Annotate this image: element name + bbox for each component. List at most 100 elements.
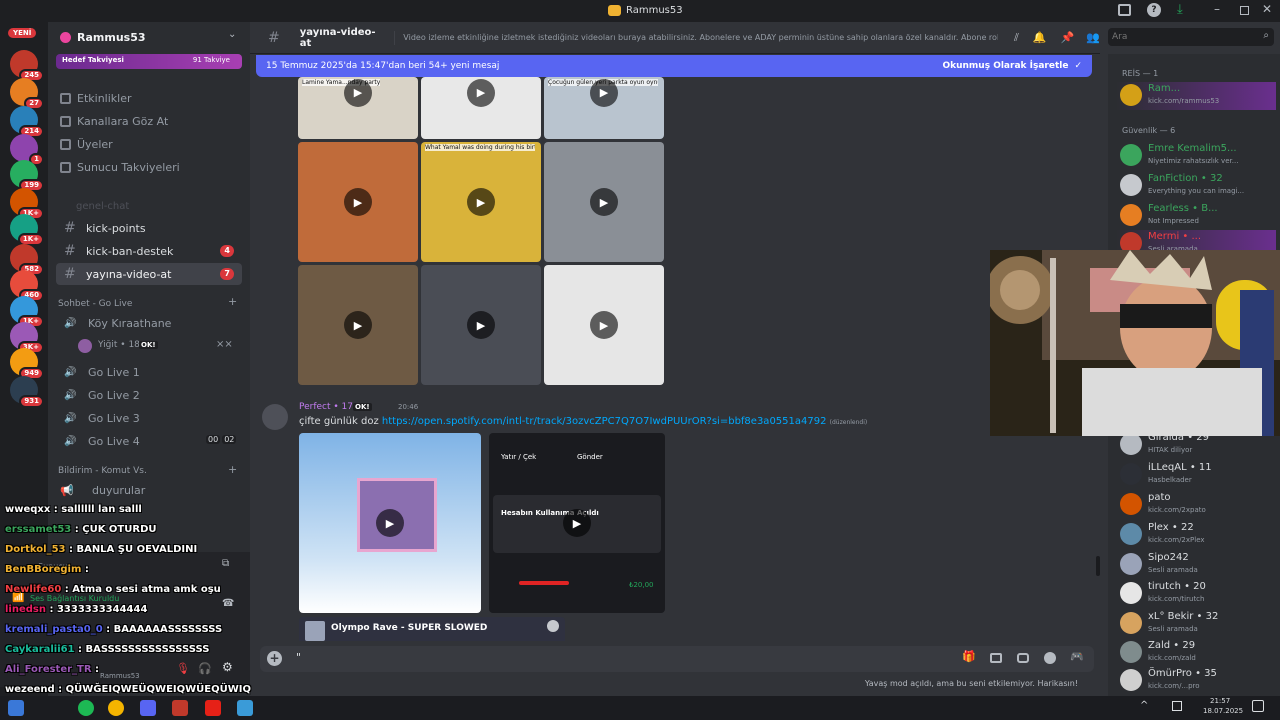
server-icon[interactable]: 460 bbox=[10, 270, 44, 302]
mute-icon[interactable]: 🎙 bbox=[176, 662, 190, 675]
video-thumbnail[interactable]: ▶ bbox=[544, 265, 664, 385]
play-icon[interactable]: ▶ bbox=[590, 311, 618, 339]
voice-channel[interactable]: 🔊 Go Live 4 bbox=[56, 431, 140, 451]
clock-time[interactable]: 21:57 bbox=[1210, 697, 1230, 705]
play-icon[interactable]: ▶ bbox=[344, 78, 372, 107]
add-channel-icon[interactable]: + bbox=[228, 463, 237, 476]
server-icon[interactable]: 199 bbox=[10, 160, 44, 192]
member-list-icon[interactable]: 👥 bbox=[1086, 31, 1100, 44]
voice-user[interactable]: Yiğit • 18 OK! ⨯⨯ bbox=[76, 338, 246, 354]
server-icon[interactable]: 1K+ bbox=[10, 188, 44, 220]
message-link[interactable]: https://open.spotify.com/intl-tr/track/3… bbox=[382, 416, 827, 427]
member-item[interactable]: ÖmürPro • 35 kick.com/...pro bbox=[1116, 667, 1276, 695]
play-icon[interactable]: ▶ bbox=[590, 188, 618, 216]
add-channel-icon[interactable]: + bbox=[228, 295, 237, 308]
boost-goal-bar[interactable]: Hedef Takviyesi 91 Takviye bbox=[56, 54, 242, 69]
video-thumbnail[interactable]: ▶ bbox=[421, 77, 541, 139]
pin-icon[interactable]: 📌 bbox=[1061, 31, 1075, 44]
start-icon[interactable] bbox=[8, 700, 24, 716]
mark-read-button[interactable]: Okunmuş Olarak İşaretle bbox=[942, 61, 1068, 71]
nav-members[interactable]: Üyeler bbox=[60, 138, 113, 151]
server-icon[interactable]: 949 bbox=[10, 348, 44, 380]
play-icon[interactable]: ▶ bbox=[467, 78, 495, 107]
channel-kick-ban-destek[interactable]: # kick-ban-destek 4 bbox=[56, 240, 242, 262]
disconnect-icon[interactable]: ☎ bbox=[222, 598, 234, 609]
video-thumbnail[interactable]: Çocuğun gülen yeri parkta oyun oynuyorla… bbox=[544, 77, 664, 139]
sticker-icon[interactable] bbox=[1017, 653, 1029, 663]
nav-calendar[interactable]: Etkinlikler bbox=[60, 92, 132, 105]
clock-date[interactable]: 18.07.2025 bbox=[1203, 707, 1243, 715]
voice-channel[interactable]: 🔊 Go Live 3 bbox=[56, 408, 140, 428]
play-icon[interactable]: ▶ bbox=[376, 509, 404, 537]
member-item[interactable]: iLLeqAL • 11 Hasbelkader bbox=[1116, 461, 1276, 489]
search-box[interactable]: ⌕ bbox=[1108, 28, 1274, 46]
threads-icon[interactable]: ⫽ bbox=[1014, 31, 1019, 45]
play-icon[interactable]: ▶ bbox=[563, 509, 591, 537]
download-icon[interactable]: ⤓ bbox=[1177, 2, 1183, 17]
member-item[interactable]: xL° Bekir • 32 Sesli aramada bbox=[1116, 610, 1276, 638]
channel-kick-points[interactable]: # kick-points bbox=[56, 217, 242, 239]
server-icon[interactable]: 1 bbox=[10, 134, 44, 166]
avatar[interactable] bbox=[262, 404, 288, 430]
server-icon[interactable]: 931 bbox=[10, 376, 44, 408]
member-item[interactable]: Fearless • B... Not Impressed bbox=[1116, 202, 1276, 230]
chrome-app-icon[interactable] bbox=[108, 700, 124, 716]
close-button[interactable]: ✕ bbox=[1262, 2, 1272, 16]
notification-icon[interactable] bbox=[1252, 700, 1264, 712]
play-icon[interactable]: ▶ bbox=[344, 188, 372, 216]
play-icon[interactable]: ▶ bbox=[344, 311, 372, 339]
channel-duyurular[interactable]: 📢 duyurular bbox=[60, 484, 145, 497]
voice-channel[interactable]: 🔊 Go Live 1 bbox=[56, 362, 140, 382]
bell-icon[interactable]: 🔔 bbox=[1033, 31, 1047, 44]
new-messages-banner[interactable]: 15 Temmuz 2025'da 15:47'dan beri 54+ yen… bbox=[256, 55, 1092, 77]
member-item[interactable]: Plex • 22 kick.com/2xPlex bbox=[1116, 521, 1276, 549]
channel-yayına-video-at[interactable]: # yayına-video-at 7 bbox=[56, 263, 242, 285]
message-input[interactable]: + " 🎁 🎮 bbox=[260, 646, 1094, 672]
browser-app-icon[interactable] bbox=[237, 700, 253, 716]
nav-boost[interactable]: Sunucu Takviyeleri bbox=[60, 161, 180, 174]
server-icon[interactable]: 245 bbox=[10, 50, 44, 82]
server-header[interactable]: Rammus53 ⌄ bbox=[48, 26, 250, 50]
member-item[interactable]: Zald • 29 kick.com/zald bbox=[1116, 639, 1276, 667]
nav-browse[interactable]: Kanallara Göz At bbox=[60, 115, 168, 128]
server-icon[interactable]: 582 bbox=[10, 244, 44, 276]
member-item[interactable]: Sipo242 Sesli aramada bbox=[1116, 551, 1276, 579]
inbox-icon[interactable] bbox=[1118, 4, 1131, 16]
screen-share-icon[interactable]: ⧉ bbox=[222, 558, 229, 569]
play-icon[interactable]: ▶ bbox=[467, 311, 495, 339]
voice-channel[interactable]: 🔊 Go Live 2 bbox=[56, 385, 140, 405]
video-thumbnail[interactable]: ▶ bbox=[544, 142, 664, 262]
video-thumbnail[interactable]: What Yamal was doing during his birthday… bbox=[421, 142, 541, 262]
play-icon[interactable]: ▶ bbox=[590, 78, 618, 107]
member-item[interactable]: Ram... kick.com/rammus53 bbox=[1116, 82, 1276, 110]
help-icon[interactable]: ? bbox=[1147, 3, 1161, 17]
member-item[interactable]: tirutch • 20 kick.com/tirutch bbox=[1116, 580, 1276, 608]
server-icon[interactable]: 27 bbox=[10, 78, 44, 110]
message-author[interactable]: Perfect • 17 bbox=[299, 402, 353, 412]
video-thumbnail[interactable]: ▶ bbox=[298, 142, 418, 262]
minimize-button[interactable]: – bbox=[1214, 2, 1220, 16]
maximize-button[interactable] bbox=[1240, 6, 1249, 15]
spotify-embed[interactable]: Olympo Rave - SUPER SLOWED bbox=[299, 617, 565, 641]
video-thumbnail[interactable]: ▶ bbox=[298, 265, 418, 385]
spotify-app-icon[interactable] bbox=[78, 700, 94, 716]
member-item[interactable]: FanFiction • 32 Everything you can imagi.… bbox=[1116, 172, 1276, 200]
voice-category-label[interactable]: Sohbet - Go Live bbox=[58, 299, 132, 309]
deafen-icon[interactable]: 🎧 bbox=[198, 662, 212, 675]
member-item[interactable]: pato kick.com/2xpato bbox=[1116, 491, 1276, 519]
notice-category-label[interactable]: Bildirim - Komut Vs. bbox=[58, 466, 147, 476]
server-icon[interactable]: 214 bbox=[10, 106, 44, 138]
video-embed[interactable]: ▶ bbox=[299, 433, 481, 613]
video-thumbnail[interactable]: ▶ bbox=[421, 265, 541, 385]
settings-icon[interactable]: ⚙ bbox=[222, 660, 233, 674]
server-icon[interactable]: 1K+ bbox=[10, 214, 44, 246]
search-input[interactable] bbox=[1112, 29, 1252, 45]
channel-genel-chat[interactable]: genel-chat bbox=[64, 199, 129, 212]
add-attachment-icon[interactable]: + bbox=[267, 651, 282, 666]
apps-icon[interactable]: 🎮 bbox=[1070, 650, 1084, 663]
play-icon[interactable]: ▶ bbox=[467, 188, 495, 216]
channel-topic[interactable]: Video izleme etkinliğine izletmek istedi… bbox=[403, 33, 998, 42]
gift-icon[interactable]: 🎁 bbox=[962, 650, 976, 663]
member-item[interactable]: Emre Kemalim5... Niyetimiz rahatsızlık ve… bbox=[1116, 142, 1276, 170]
server-icon[interactable]: 3K+ bbox=[10, 322, 44, 354]
